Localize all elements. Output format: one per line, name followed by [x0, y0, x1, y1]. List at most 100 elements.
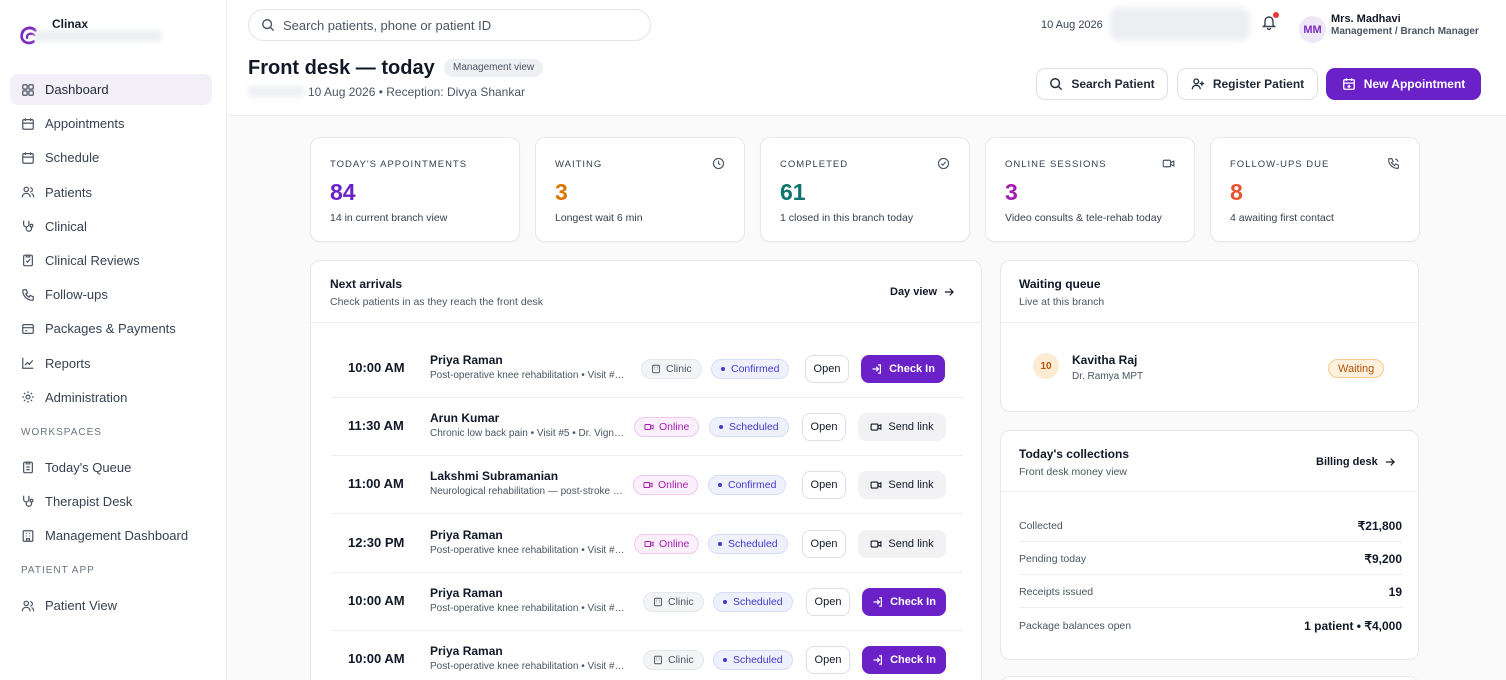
mode-badge: Online [634, 534, 700, 554]
collection-row: Collected ₹21,800 [1019, 509, 1402, 542]
sidebar-item-clinical[interactable]: Clinical [10, 211, 212, 242]
sidebar-item-label: Packages & Payments [45, 321, 176, 337]
visit-description: Post-operative knee rehabilitation • Vis… [430, 545, 630, 556]
check-in-button[interactable]: Check In [862, 646, 946, 674]
open-button[interactable]: Open [802, 530, 846, 558]
open-button[interactable]: Open [802, 413, 846, 441]
card-subtitle: Front desk money view [1019, 466, 1127, 478]
avatar[interactable]: MM [1299, 16, 1326, 43]
stat-card-follow-ups[interactable]: FOLLOW-UPS DUE 8 4 awaiting first contac… [1210, 137, 1420, 242]
arrival-row[interactable]: 11:30 AM Arun Kumar Chronic low back pai… [331, 398, 963, 456]
mode-badge: Online [634, 417, 700, 437]
sidebar-item-label: Dashboard [45, 82, 109, 97]
wallet-icon [22, 323, 34, 334]
calendar-icon [22, 118, 34, 130]
search-bar[interactable] [248, 9, 651, 41]
send-link-button[interactable]: Send link [858, 413, 946, 441]
stat-note: 14 in current branch view [330, 212, 448, 224]
sidebar-item-todays-queue[interactable]: Today's Queue [10, 452, 212, 483]
calendar-icon [22, 152, 34, 164]
button-label: Check In [889, 363, 935, 375]
stat-card-waiting[interactable]: WAITING 3 Longest wait 6 min [535, 137, 745, 242]
sidebar-item-label: Schedule [45, 150, 100, 166]
status-label: Confirmed [728, 479, 777, 491]
status-badge: Scheduled [713, 650, 793, 670]
day-view-link[interactable]: Day view [890, 286, 955, 298]
redacted-branch-selector[interactable] [1110, 8, 1250, 40]
check-circle-icon [937, 157, 950, 170]
redacted-branch-name [248, 86, 304, 97]
view-badge: Management view [444, 59, 544, 77]
sidebar-item-patients[interactable]: Patients [10, 177, 212, 208]
phone-icon [22, 288, 34, 301]
sidebar-item-dashboard[interactable]: Dashboard [10, 74, 212, 105]
status-dot [721, 367, 725, 371]
sidebar-item-management-dashboard[interactable]: Management Dashboard [10, 520, 212, 551]
check-in-button[interactable]: Check In [861, 355, 945, 383]
search-patient-button[interactable]: Search Patient [1036, 68, 1168, 100]
sidebar-item-clinical-reviews[interactable]: Clinical Reviews [10, 245, 212, 276]
mode-label: Clinic [668, 654, 694, 666]
new-appointment-button[interactable]: New Appointment [1326, 68, 1481, 100]
sidebar-item-label: Today's Queue [45, 459, 132, 475]
sidebar-item-therapist-desk[interactable]: Therapist Desk [10, 486, 212, 517]
page-title: Front desk — today [248, 57, 435, 79]
send-link-button[interactable]: Send link [858, 530, 946, 558]
billing-desk-link[interactable]: Billing desk [1316, 456, 1396, 468]
clipboard-icon [23, 461, 33, 474]
visit-description: Post-operative knee rehabilitation • Vis… [430, 370, 630, 381]
status-badge: Scheduled [713, 592, 793, 612]
grid-icon [22, 83, 34, 96]
collection-label: Package balances open [1019, 620, 1132, 632]
gear-icon [22, 391, 34, 403]
collection-row: Package balances open 1 patient • ₹4,000 [1019, 609, 1402, 642]
card-subtitle: Check patients in as they reach the fron… [330, 296, 544, 308]
sidebar-item-follow-ups[interactable]: Follow-ups [10, 279, 212, 310]
card-divider [311, 322, 981, 323]
stat-card-online-sessions[interactable]: ONLINE SESSIONS 3 Video consults & tele-… [985, 137, 1195, 242]
button-label: Check In [890, 596, 936, 608]
stat-card-completed[interactable]: COMPLETED 61 1 closed in this branch tod… [760, 137, 970, 242]
building-icon [654, 655, 662, 665]
stat-note: Longest wait 6 min [555, 212, 643, 224]
search-input[interactable] [283, 17, 623, 33]
collection-row: Receipts issued 19 [1019, 575, 1402, 608]
open-button[interactable]: Open [806, 646, 850, 674]
video-icon [1162, 159, 1175, 168]
calendar-plus-icon [1342, 78, 1355, 90]
visit-description: Post-operative knee rehabilitation • Vis… [430, 603, 630, 614]
sidebar-nav: Dashboard Appointments Schedule Patients… [10, 74, 212, 624]
status-label: Confirmed [731, 363, 780, 375]
arrival-row[interactable]: 10:00 AM Priya Raman Post-operative knee… [331, 573, 963, 631]
queue-patient-name[interactable]: Kavitha Raj [1072, 353, 1137, 367]
sidebar-item-reports[interactable]: Reports [10, 348, 212, 379]
stat-value: 3 [555, 179, 568, 205]
stat-value: 61 [780, 179, 806, 205]
open-button[interactable]: Open [806, 588, 850, 616]
arrival-row[interactable]: 12:30 PM Priya Raman Post-operative knee… [331, 515, 963, 573]
status-badge: Scheduled [708, 534, 788, 554]
arrival-row[interactable]: 10:00 AM Priya Raman Post-operative knee… [331, 631, 963, 680]
register-patient-button[interactable]: Register Patient [1177, 68, 1318, 100]
check-in-button[interactable]: Check In [862, 588, 946, 616]
user-role: Management / Branch Manager [1331, 26, 1479, 37]
button-label: Check In [890, 654, 936, 666]
card-title: Today's collections [1019, 447, 1129, 461]
send-link-button[interactable]: Send link [858, 471, 946, 499]
patient-app-heading: PATIENT APP [21, 565, 95, 577]
arrival-time: 10:00 AM [348, 651, 405, 666]
sidebar-item-packages-payments[interactable]: Packages & Payments [10, 313, 212, 344]
sidebar-item-administration[interactable]: Administration [10, 382, 212, 413]
sidebar-item-patient-view[interactable]: Patient View [10, 590, 212, 621]
arrival-row[interactable]: 10:00 AM Priya Raman Post-operative knee… [331, 340, 963, 398]
stat-note: Video consults & tele-rehab today [1005, 212, 1162, 224]
stat-card-appointments[interactable]: TODAY'S APPOINTMENTS 84 14 in current br… [310, 137, 520, 242]
sidebar-item-appointments[interactable]: Appointments [10, 108, 212, 139]
collections-card: Today's collections Front desk money vie… [1000, 430, 1419, 660]
stat-label: ONLINE SESSIONS [1005, 159, 1107, 170]
open-button[interactable]: Open [802, 471, 846, 499]
sidebar-item-schedule[interactable]: Schedule [10, 142, 212, 173]
open-button[interactable]: Open [805, 355, 849, 383]
arrival-row[interactable]: 11:00 AM Lakshmi Subramanian Neurologica… [331, 456, 963, 514]
sidebar-item-label: Reports [45, 355, 91, 371]
